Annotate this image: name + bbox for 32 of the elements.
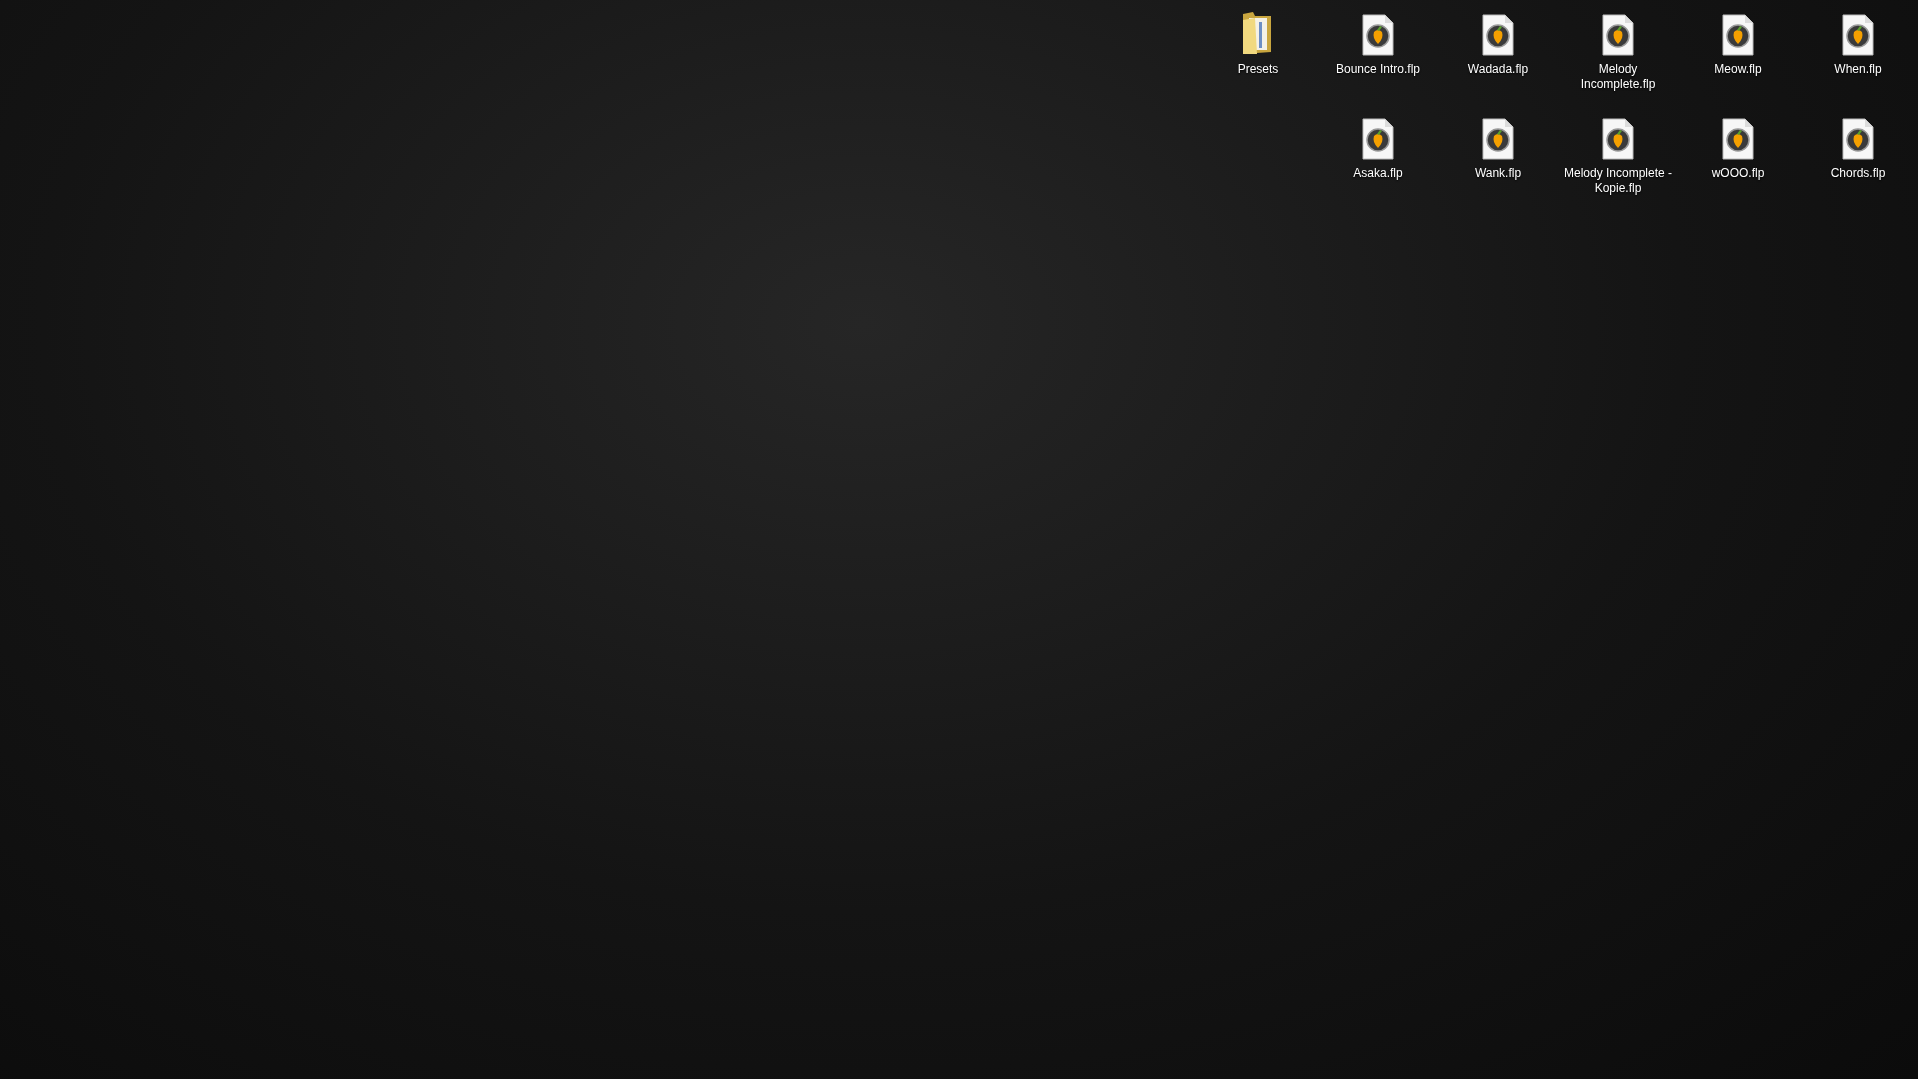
- desktop-file[interactable]: Melody Incomplete.flp: [1558, 4, 1678, 104]
- desktop-file[interactable]: Melody Incomplete - Kopie.flp: [1558, 108, 1678, 208]
- document-fruit-icon: [1362, 118, 1394, 160]
- document-fruit-icon: [1602, 14, 1634, 56]
- icon-label: Wadada.flp: [1466, 62, 1530, 77]
- desktop-file[interactable]: Wadada.flp: [1438, 4, 1558, 104]
- document-fruit-icon: [1482, 14, 1514, 56]
- document-fruit-icon: [1722, 14, 1754, 56]
- desktop-file[interactable]: Chords.flp: [1798, 108, 1918, 208]
- document-fruit-icon: [1842, 14, 1874, 56]
- desktop-file[interactable]: Meow.flp: [1678, 4, 1798, 104]
- icon-label: Chords.flp: [1829, 166, 1887, 181]
- icon-label: Presets: [1236, 62, 1280, 77]
- desktop-file[interactable]: wOOO.flp: [1678, 108, 1798, 208]
- icon-label: wOOO.flp: [1710, 166, 1766, 181]
- icon-label: Wank.flp: [1473, 166, 1523, 181]
- document-fruit-icon: [1482, 118, 1514, 160]
- desktop-file[interactable]: Wank.flp: [1438, 108, 1558, 208]
- icon-label: Meow.flp: [1713, 62, 1763, 77]
- document-fruit-icon: [1602, 118, 1634, 160]
- document-fruit-icon: [1842, 118, 1874, 160]
- icon-label: Asaka.flp: [1352, 166, 1404, 181]
- desktop-folder[interactable]: Presets: [1198, 4, 1318, 104]
- desktop-file[interactable]: Asaka.flp: [1318, 108, 1438, 208]
- document-fruit-icon: [1362, 14, 1394, 56]
- desktop-file[interactable]: When.flp: [1798, 4, 1918, 104]
- icon-label: Bounce Intro.flp: [1334, 62, 1422, 77]
- icon-label: When.flp: [1833, 62, 1883, 77]
- document-fruit-icon: [1722, 118, 1754, 160]
- desktop-file[interactable]: Bounce Intro.flp: [1318, 4, 1438, 104]
- icon-label: Melody Incomplete.flp: [1579, 62, 1657, 92]
- icon-label: Melody Incomplete - Kopie.flp: [1562, 166, 1673, 196]
